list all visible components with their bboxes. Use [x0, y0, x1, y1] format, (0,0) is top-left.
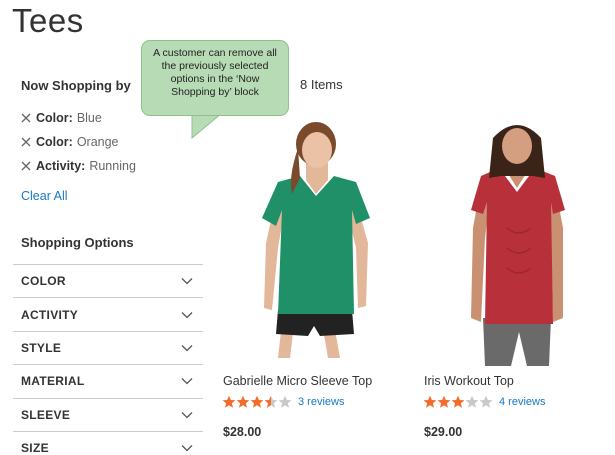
now-shopping-title: Now Shopping by: [21, 78, 131, 93]
star-icon: [222, 395, 236, 408]
chevron-down-icon: [181, 411, 193, 419]
chevron-down-icon: [181, 378, 193, 385]
star-empty-icon: [278, 395, 292, 408]
filter-option-style[interactable]: STYLE: [13, 330, 203, 364]
remove-filter-icon[interactable]: [19, 135, 33, 149]
callout-tooltip: A customer can remove all the previously…: [141, 40, 289, 116]
filter-name: Color:: [36, 111, 73, 125]
product-card[interactable]: Gabrielle Micro Sleeve Top 3 reviews $28…: [222, 118, 402, 439]
filter-option-label: MATERIAL: [21, 374, 85, 389]
chevron-down-icon: [181, 445, 193, 452]
filter-name: Activity:: [36, 159, 86, 173]
product-image[interactable]: [423, 118, 583, 366]
product-price: $29.00: [424, 425, 463, 439]
product-name[interactable]: Iris Workout Top: [424, 374, 514, 388]
chevron-down-icon: [181, 311, 193, 318]
remove-filter-icon[interactable]: [19, 111, 33, 125]
active-filter-color-blue: Color: Blue: [19, 111, 102, 125]
star-empty-icon: [479, 395, 493, 408]
star-icon: [451, 395, 465, 408]
product-rating: 3 reviews: [222, 395, 344, 409]
product-image[interactable]: [222, 118, 382, 366]
star-icon: [236, 395, 250, 408]
filter-option-label: COLOR: [21, 274, 66, 289]
reviews-link[interactable]: 4 reviews: [499, 396, 545, 408]
chevron-down-icon: [181, 345, 193, 352]
rating-stars: [222, 395, 292, 409]
product-rating: 4 reviews: [423, 395, 545, 409]
rating-stars: [423, 395, 493, 409]
page-title: Tees: [12, 2, 84, 39]
star-icon: [437, 395, 451, 408]
filter-option-label: STYLE: [21, 340, 62, 355]
callout-tail: [191, 113, 223, 139]
star-icon: [250, 395, 264, 408]
clear-all-link[interactable]: Clear All: [21, 189, 68, 203]
filter-option-size[interactable]: SIZE: [13, 430, 203, 455]
filter-name: Color:: [36, 135, 73, 149]
filter-option-activity[interactable]: ACTIVITY: [13, 297, 203, 330]
product-price: $28.00: [223, 425, 262, 439]
filter-option-material[interactable]: MATERIAL: [13, 364, 203, 397]
filter-option-sleeve[interactable]: SLEEVE: [13, 397, 203, 431]
product-card[interactable]: Iris Workout Top 4 reviews $29.00: [423, 118, 603, 439]
filter-value: Blue: [76, 111, 102, 125]
filter-value: Running: [89, 159, 136, 173]
chevron-down-icon: [181, 278, 193, 285]
items-count: 8 Items: [300, 77, 343, 92]
filter-option-label: ACTIVITY: [21, 307, 79, 322]
filter-value: Orange: [76, 135, 119, 149]
active-filter-activity-running: Activity: Running: [19, 159, 136, 173]
product-name[interactable]: Gabrielle Micro Sleeve Top: [223, 374, 372, 388]
active-filter-color-orange: Color: Orange: [19, 135, 119, 149]
star-icon: [423, 395, 437, 408]
reviews-link[interactable]: 3 reviews: [298, 396, 344, 408]
filter-option-label: SLEEVE: [21, 407, 71, 422]
star-half-icon: [264, 395, 278, 408]
remove-filter-icon[interactable]: [19, 159, 33, 173]
filter-option-label: SIZE: [21, 441, 49, 455]
star-empty-icon: [465, 395, 479, 408]
shopping-options-list: COLOR ACTIVITY STYLE MATERIAL SLEEVE SIZ…: [13, 264, 203, 455]
shopping-options-title: Shopping Options: [21, 235, 134, 250]
filter-option-color[interactable]: COLOR: [13, 264, 203, 297]
